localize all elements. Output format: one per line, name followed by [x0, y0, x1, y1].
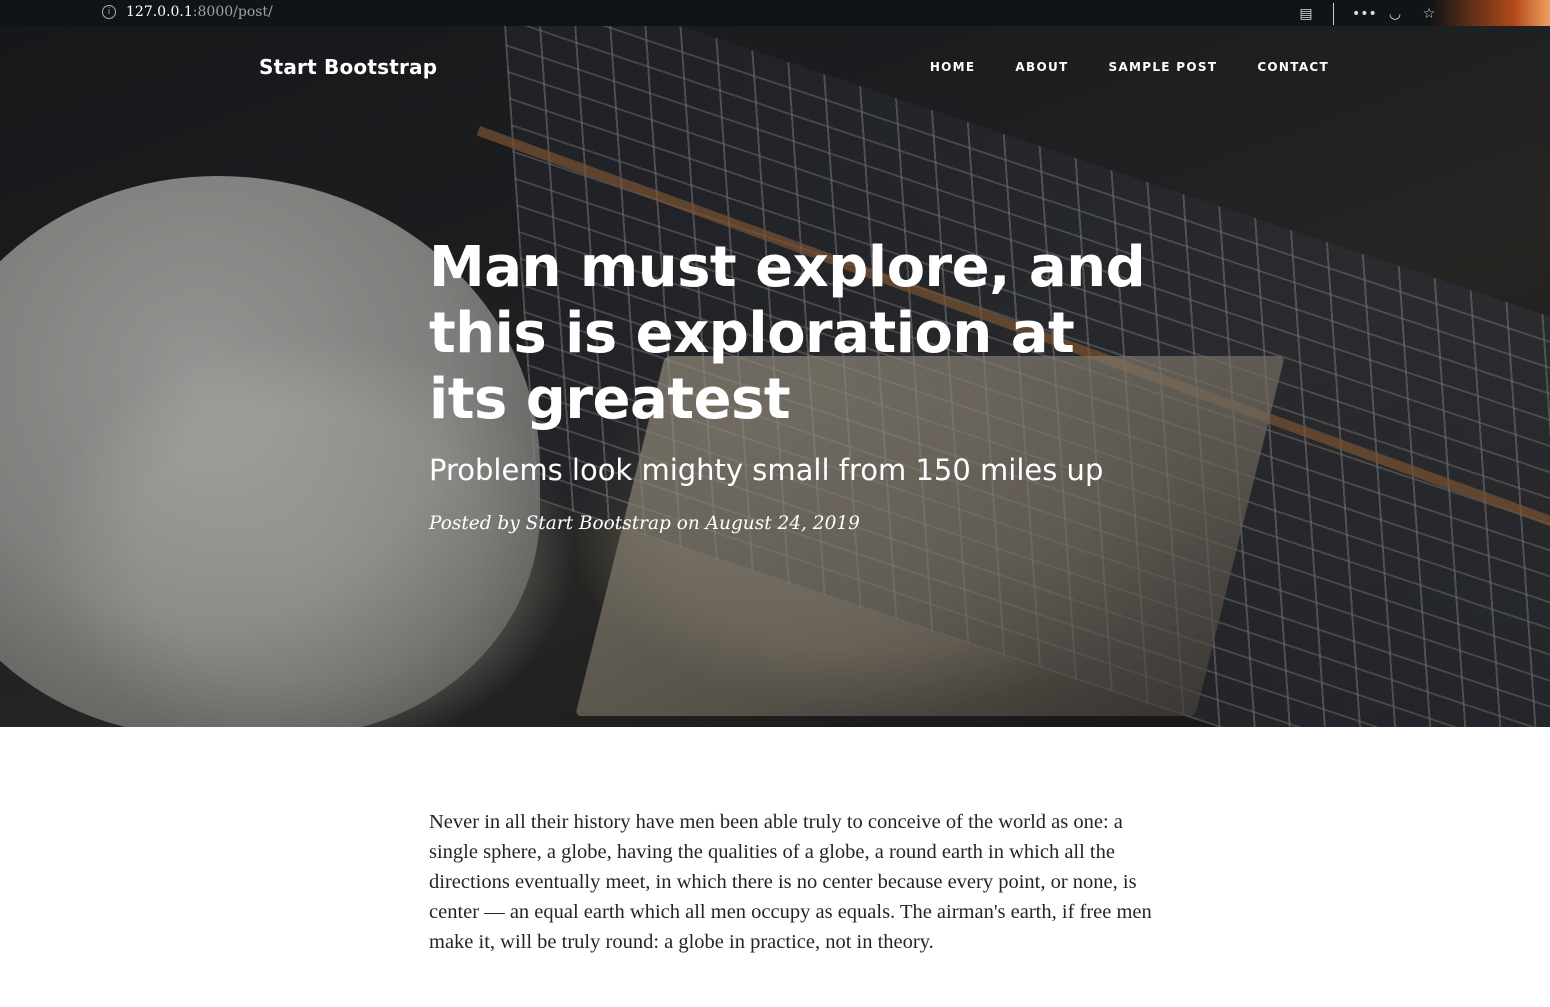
url-text[interactable]: 127.0.0.1:8000/post/ [126, 4, 273, 20]
info-icon[interactable]: i [102, 5, 116, 19]
nav-link-sample-post[interactable]: Sample Post [1109, 60, 1218, 74]
browser-toolbar: ▤ ••• ◡ ☆ [1297, 3, 1438, 25]
post-title: Man must explore, and this is exploratio… [429, 235, 1146, 432]
nav-link-about[interactable]: About [1015, 60, 1068, 74]
navbar-brand[interactable]: Start Bootstrap [259, 55, 437, 79]
reader-view-icon[interactable]: ▤ [1297, 5, 1315, 23]
post-meta: Posted by Start Bootstrap on August 24, … [429, 513, 860, 534]
article-paragraph: Never in all their history have men been… [429, 811, 1152, 953]
more-icon[interactable]: ••• [1352, 5, 1377, 23]
main-nav: Home About Sample Post Contact [930, 60, 1329, 74]
post-article: Never in all their history have men been… [429, 807, 1159, 957]
nav-link-home[interactable]: Home [930, 60, 976, 74]
browser-theme-decoration [1430, 0, 1550, 26]
post-subtitle: Problems look mighty small from 150 mile… [429, 453, 1104, 487]
pocket-icon[interactable]: ◡ [1386, 5, 1404, 23]
url-path: :8000/post/ [192, 4, 273, 20]
nav-link-contact[interactable]: Contact [1257, 60, 1329, 74]
toolbar-divider [1333, 3, 1334, 25]
browser-url-bar[interactable]: i 127.0.0.1:8000/post/ ▤ ••• ◡ ☆ [0, 0, 1550, 26]
post-heading: Man must explore, and this is exploratio… [429, 235, 1149, 534]
url-host: 127.0.0.1 [126, 4, 193, 20]
